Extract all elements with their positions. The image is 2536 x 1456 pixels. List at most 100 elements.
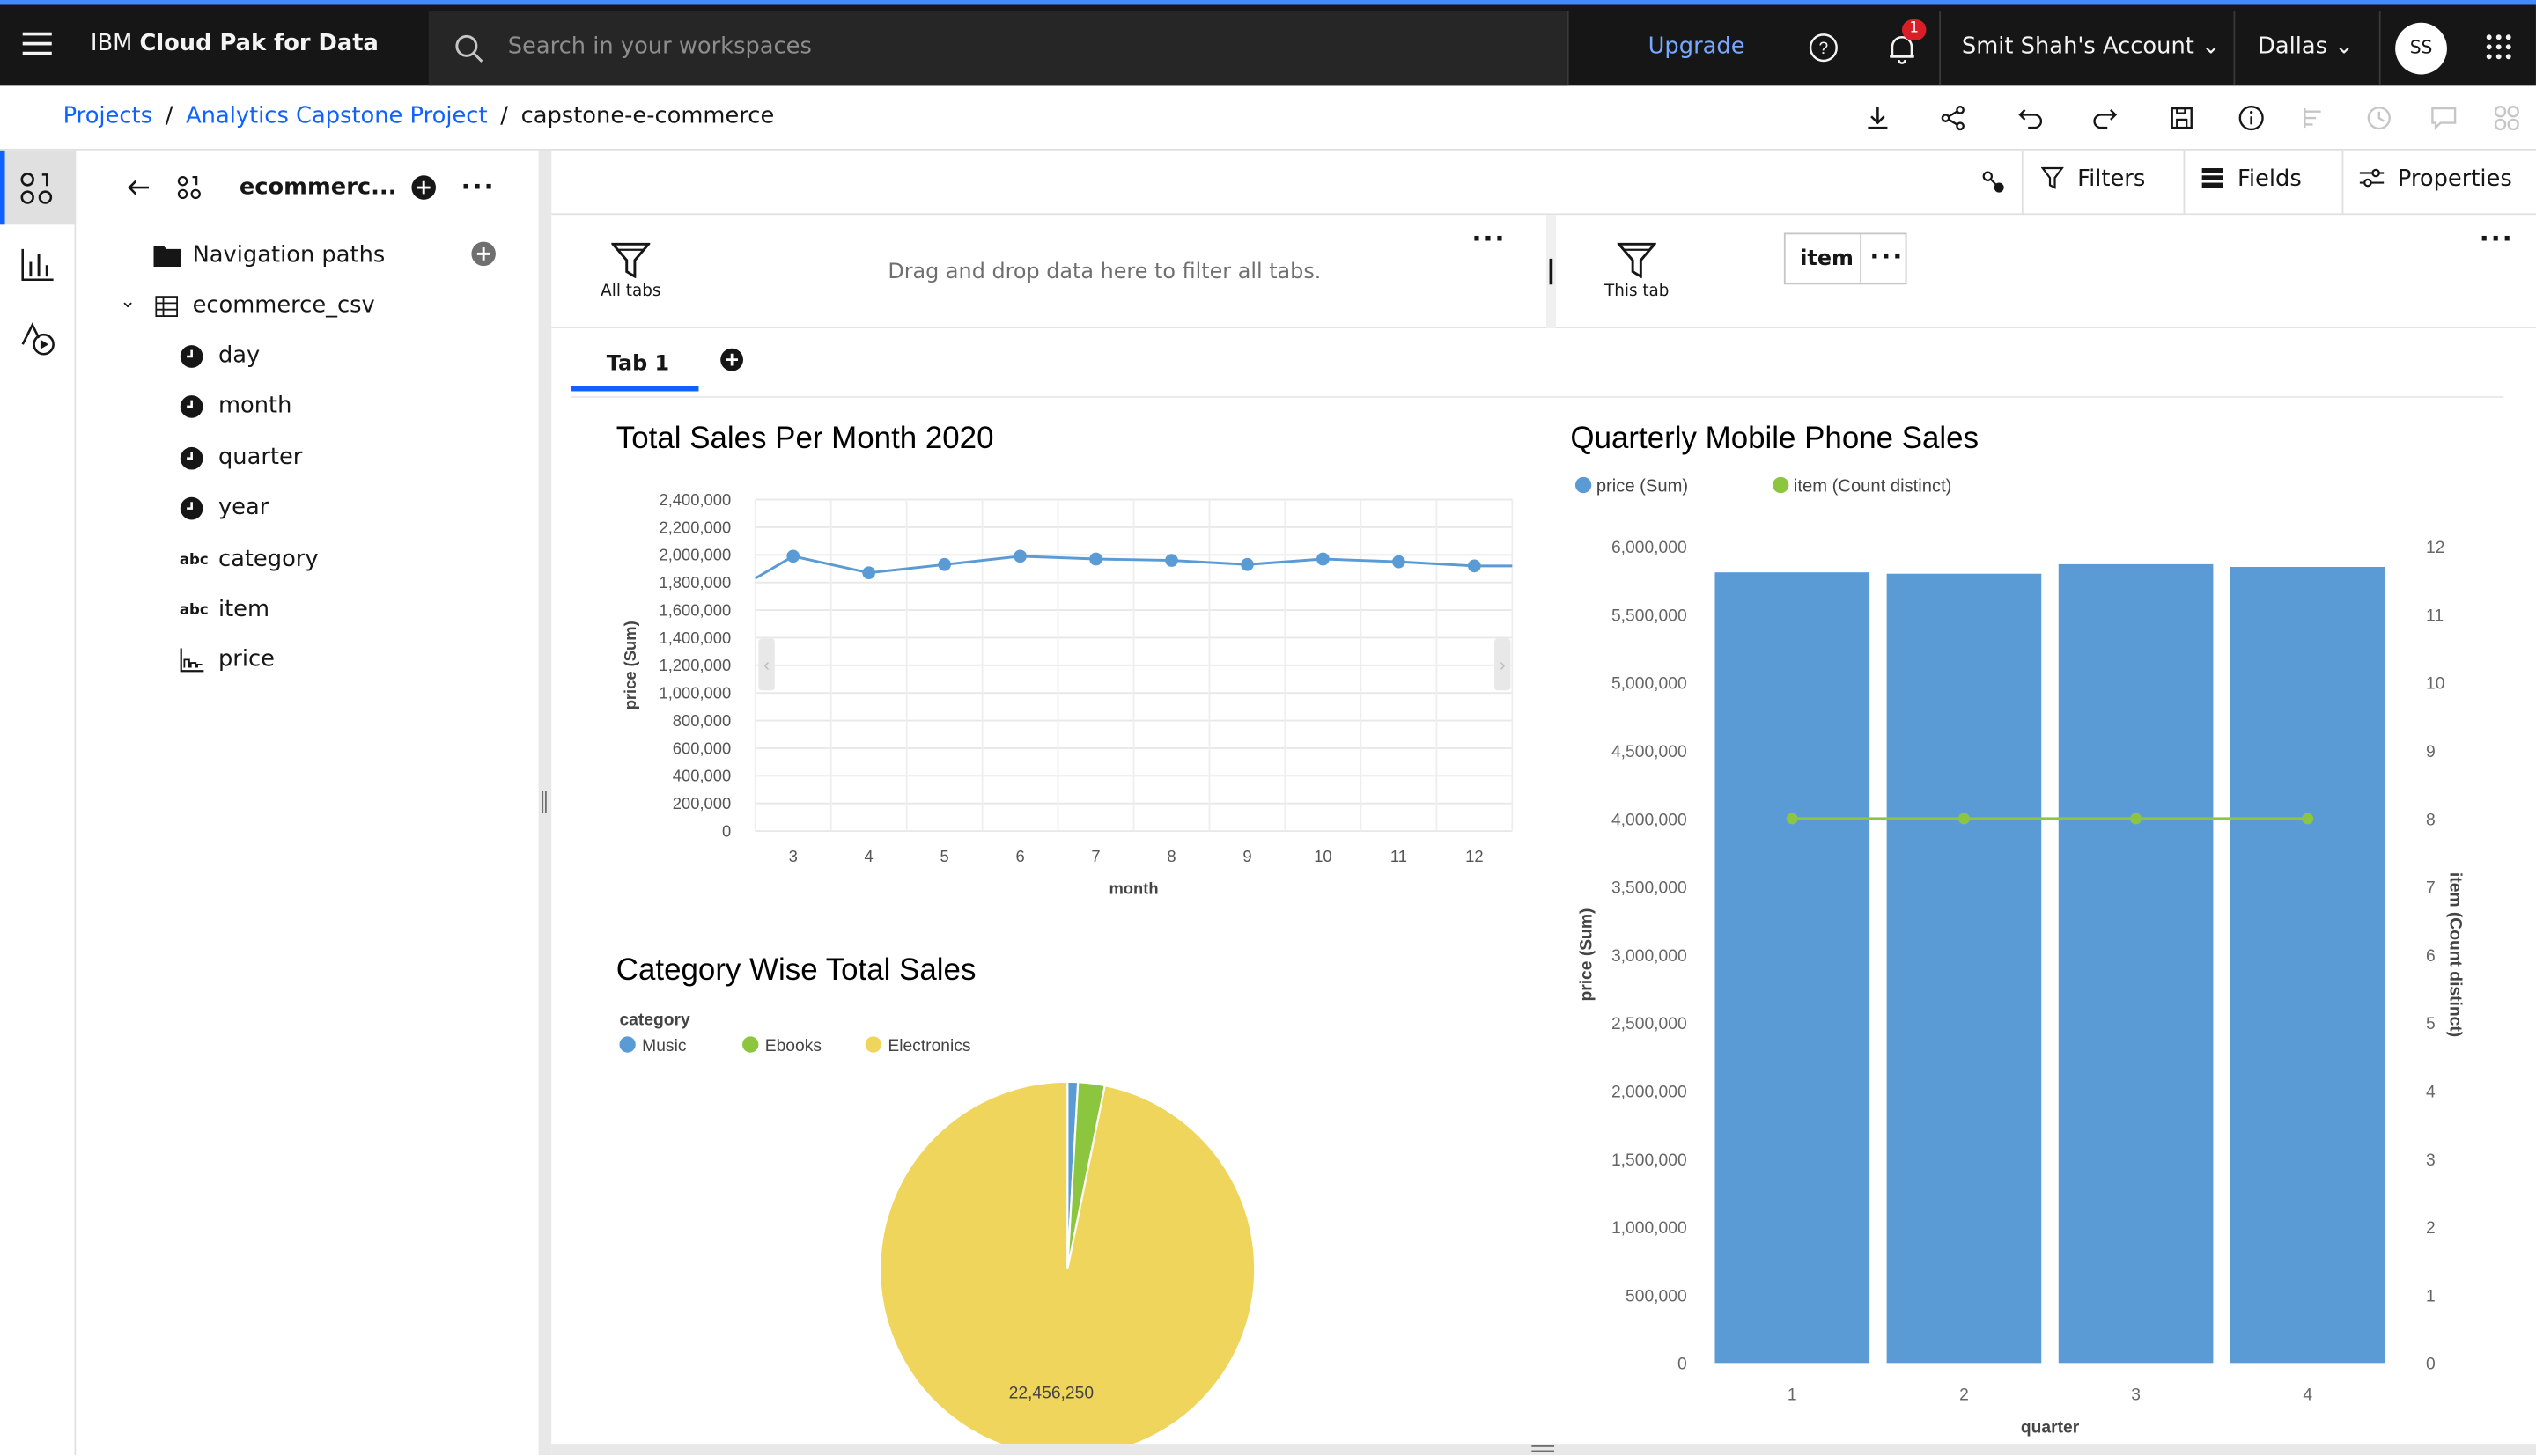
y-tick-label: 200,000 <box>673 794 731 813</box>
chevron-down-icon: ⌄ <box>2334 33 2354 60</box>
y-tick-label: 2,000,000 <box>660 546 732 564</box>
assistant-icon[interactable] <box>19 322 58 357</box>
y2-tick-label: 10 <box>2426 675 2444 694</box>
assets-icon <box>2494 106 2519 131</box>
resize-grip-icon[interactable] <box>542 791 547 813</box>
y2-axis-label: item (Count distinct) <box>2446 872 2465 1037</box>
divider <box>2233 11 2236 86</box>
region-switcher[interactable]: Dallas ⌄ <box>2258 34 2354 60</box>
x-tick-label: 7 <box>1091 847 1100 865</box>
x-tick-label: 6 <box>1015 847 1024 865</box>
table-name[interactable]: ecommerce_csv <box>193 292 375 318</box>
data-point <box>862 566 876 580</box>
relationship-icon[interactable] <box>1981 170 2007 195</box>
field-item[interactable]: item <box>218 597 269 622</box>
divider <box>1939 11 1942 86</box>
data-assets-icon[interactable] <box>19 172 55 207</box>
field-day[interactable]: day <box>218 342 260 368</box>
menu-icon[interactable] <box>22 32 52 55</box>
share-icon[interactable] <box>1939 104 1968 133</box>
upgrade-link[interactable]: Upgrade <box>1648 34 1745 60</box>
add-source-icon[interactable] <box>411 174 437 200</box>
data-point <box>938 557 951 571</box>
back-arrow-icon[interactable] <box>126 174 151 200</box>
fields-button[interactable]: Fields <box>2201 166 2302 199</box>
add-navigation-path-icon[interactable] <box>470 241 496 267</box>
chevron-down-icon[interactable]: ⌄ <box>120 290 136 313</box>
data-panel <box>76 150 539 1456</box>
undo-icon[interactable] <box>2016 104 2045 133</box>
x-axis-label: quarter <box>2021 1418 2080 1437</box>
field-quarter[interactable]: quarter <box>218 445 302 470</box>
breadcrumb-current: capstone-e-commerce <box>520 103 775 129</box>
filters-button[interactable]: Filters <box>2040 166 2145 199</box>
info-icon[interactable] <box>2237 104 2266 133</box>
field-category[interactable]: category <box>218 546 319 571</box>
breadcrumb-separator: / <box>500 103 508 129</box>
visualizations-icon[interactable] <box>21 247 55 282</box>
this-tab-overflow-icon[interactable]: ··· <box>2480 223 2514 254</box>
y-tick-label: 6,000,000 <box>1611 539 1687 557</box>
y-tick-label: 3,500,000 <box>1611 879 1687 898</box>
bar-chart[interactable]: price (Sum) item (Count distinct) 6,000,00… <box>1560 466 2515 1444</box>
redo-icon[interactable] <box>2091 104 2120 133</box>
y-tick-label: 1,600,000 <box>660 600 732 619</box>
x-tick-label: 9 <box>1242 847 1251 865</box>
legend-label: item (Count distinct) <box>1794 476 1951 496</box>
divider <box>2183 150 2186 214</box>
all-tabs-label: All tabs <box>601 283 661 301</box>
add-tab-icon[interactable] <box>719 348 744 372</box>
legend-swatch <box>619 1036 636 1053</box>
app-switcher-icon[interactable] <box>2486 34 2511 60</box>
chip-overflow-icon[interactable]: ··· <box>1869 241 1904 272</box>
product-name[interactable]: IBM Cloud Pak for Data <box>91 31 379 56</box>
breadcrumb-project[interactable]: Analytics Capstone Project <box>186 104 487 129</box>
breadcrumb-projects[interactable]: Projects <box>63 104 152 129</box>
data-point <box>1089 552 1102 566</box>
y-tick-label: 1,500,000 <box>1611 1151 1687 1170</box>
overflow-menu-icon[interactable]: ··· <box>461 172 495 202</box>
data-point <box>2130 813 2142 825</box>
x-axis-label: month <box>1109 879 1158 898</box>
properties-button[interactable]: Properties <box>2359 166 2512 199</box>
x-tick-label: 2 <box>1959 1386 1969 1405</box>
divider <box>2021 150 2024 214</box>
divider <box>571 395 2504 398</box>
bar <box>1714 572 1870 1364</box>
item-filter-label: item <box>1800 247 1854 272</box>
x-tick-label: 12 <box>1465 847 1483 865</box>
filter-drop-zone[interactable] <box>551 215 2536 328</box>
y2-tick-label: 4 <box>2426 1084 2436 1102</box>
y-axis-label: price (Sum) <box>621 621 639 710</box>
resize-grip-icon[interactable] <box>1549 258 1553 285</box>
field-price[interactable]: price <box>218 647 275 673</box>
account-switcher[interactable]: Smit Shah's Account ⌄ <box>1962 34 2221 60</box>
field-month[interactable]: month <box>218 393 291 419</box>
save-icon[interactable] <box>2167 104 2196 133</box>
all-tabs-filter-icon[interactable] <box>611 242 651 278</box>
data-point <box>1392 555 1405 569</box>
legend-swatch <box>742 1036 759 1053</box>
legend-swatch <box>865 1036 882 1053</box>
comment-icon <box>2431 107 2457 130</box>
line-chart[interactable]: 2,400,000 2,200,000 2,000,000 1,800,000 1,60… <box>607 477 1537 922</box>
pie-chart[interactable]: category Music Ebooks Electronics 22,456,250 <box>607 1003 1537 1445</box>
this-tab-filter-icon[interactable] <box>1617 242 1656 278</box>
item-filter-chip[interactable]: item ··· <box>1783 232 1907 285</box>
download-icon[interactable] <box>1863 104 1892 133</box>
clock-icon <box>180 344 204 375</box>
y-tick-label: 500,000 <box>1626 1287 1687 1305</box>
resize-grip-icon[interactable] <box>1531 1445 1555 1452</box>
chevron-left-icon: ‹ <box>763 656 770 675</box>
help-icon[interactable]: ? <box>1808 33 1839 63</box>
y2-tick-label: 6 <box>2426 947 2436 966</box>
field-year[interactable]: year <box>218 495 269 520</box>
tab-1[interactable]: Tab 1 <box>571 342 699 392</box>
y-tick-label: 2,400,000 <box>660 490 732 509</box>
legend-label: Electronics <box>888 1037 970 1055</box>
avatar[interactable]: SS <box>2395 22 2447 75</box>
all-tabs-overflow-icon[interactable]: ··· <box>1471 223 1506 254</box>
loading-progress-bar <box>0 0 2536 5</box>
navigation-paths-item[interactable]: Navigation paths <box>193 243 386 268</box>
data-point <box>1786 813 1798 825</box>
